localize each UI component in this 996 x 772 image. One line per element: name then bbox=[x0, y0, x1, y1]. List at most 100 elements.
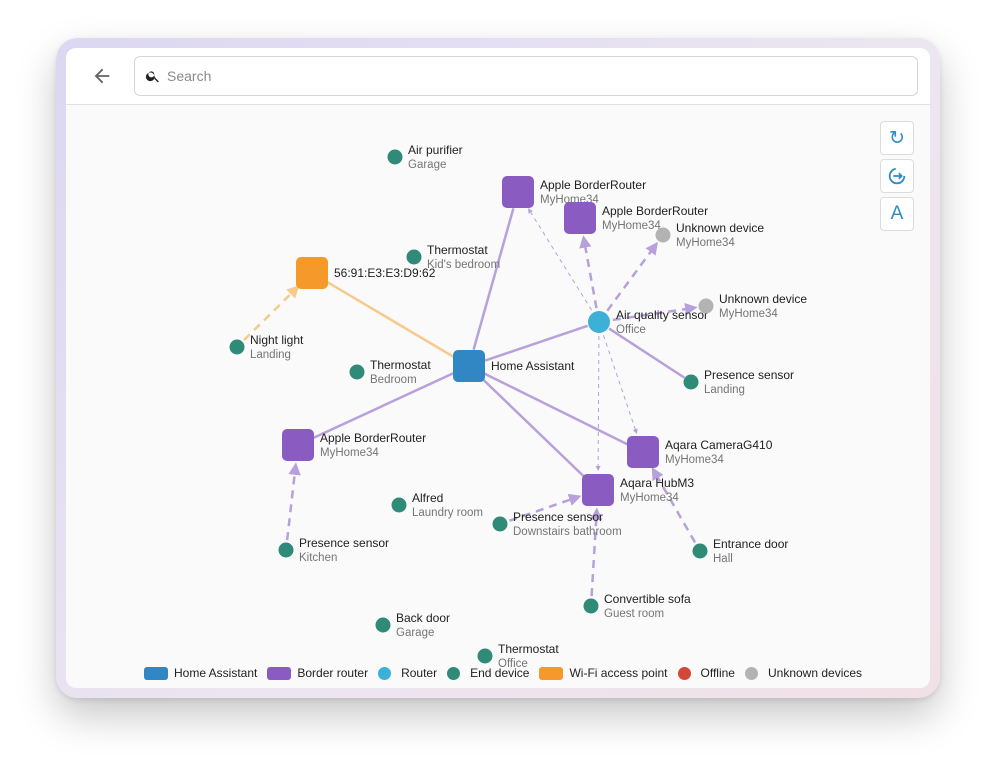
legend-label: Offline bbox=[700, 666, 735, 680]
graph-node-br3[interactable]: Apple BorderRouter MyHome34 bbox=[282, 429, 426, 461]
graph-node-sofa[interactable]: Convertible sofa Guest room bbox=[583, 592, 692, 620]
node-sublabel: MyHome34 bbox=[620, 492, 679, 504]
graph-node-preskit[interactable]: Presence sensor Kitchen bbox=[278, 536, 390, 564]
search-icon bbox=[145, 71, 159, 83]
legend-label: Home Assistant bbox=[174, 666, 258, 680]
graph-edge bbox=[595, 335, 601, 472]
graph-node-presdown[interactable]: Presence sensor Downstairs bathroom bbox=[492, 510, 622, 538]
node-label: Presence sensor bbox=[299, 536, 389, 550]
node-sublabel: Landing bbox=[250, 349, 291, 361]
node-marker[interactable] bbox=[588, 311, 610, 333]
graph-node-unk2[interactable]: Unknown device MyHome34 bbox=[698, 292, 808, 320]
legend-item: Border router bbox=[267, 666, 368, 680]
graph-node-entr[interactable]: Entrance door Hall bbox=[692, 537, 789, 565]
network-visualization-dialog: Home Assistant Apple BorderRouter MyHome34… bbox=[66, 48, 930, 688]
graph-node-backdoor[interactable]: Back door Garage bbox=[375, 611, 451, 639]
legend-swatch bbox=[378, 666, 392, 680]
graph-node-thbed[interactable]: Thermostat Bedroom bbox=[349, 358, 432, 386]
legend-swatch bbox=[447, 666, 461, 680]
node-label: Air quality sensor bbox=[616, 308, 708, 322]
graph-edge bbox=[285, 462, 301, 541]
node-marker[interactable] bbox=[375, 617, 391, 633]
graph-node-night[interactable]: Night light Landing bbox=[229, 333, 305, 361]
graph-node-ha[interactable]: Home Assistant bbox=[453, 350, 575, 382]
node-label: Apple BorderRouter bbox=[320, 431, 426, 445]
network-graph-canvas[interactable]: Home Assistant Apple BorderRouter MyHome34… bbox=[66, 105, 930, 688]
node-marker[interactable] bbox=[492, 516, 508, 532]
graph-node-presland[interactable]: Presence sensor Landing bbox=[683, 368, 795, 396]
node-marker[interactable] bbox=[627, 436, 659, 468]
node-marker[interactable] bbox=[453, 350, 485, 382]
graph-edge bbox=[603, 335, 638, 435]
node-sublabel: Laundry room bbox=[412, 507, 483, 519]
node-sublabel: Landing bbox=[704, 384, 745, 396]
node-label: 56:91:E3:E3:D9:62 bbox=[334, 266, 436, 280]
node-sublabel: Kid's bedroom bbox=[427, 259, 500, 271]
node-label: Convertible sofa bbox=[604, 592, 691, 606]
node-label: Home Assistant bbox=[491, 359, 575, 373]
legend-swatch bbox=[267, 666, 292, 680]
node-marker[interactable] bbox=[564, 202, 596, 234]
node-marker[interactable] bbox=[282, 429, 314, 461]
node-label: Entrance door bbox=[713, 537, 788, 551]
node-marker[interactable] bbox=[698, 298, 714, 314]
node-label: Presence sensor bbox=[704, 368, 794, 382]
legend-item: Router bbox=[378, 666, 437, 680]
node-sublabel: Hall bbox=[713, 553, 733, 565]
node-marker[interactable] bbox=[477, 648, 493, 664]
graph-node-aqcam[interactable]: Aqara CameraG410 MyHome34 bbox=[627, 436, 773, 468]
node-label: Thermostat bbox=[370, 358, 431, 372]
graph-edge bbox=[579, 235, 598, 309]
node-sublabel: Kitchen bbox=[299, 552, 337, 564]
legend-item: Offline bbox=[677, 666, 735, 680]
arrow-left-icon bbox=[94, 68, 110, 84]
legend-swatch bbox=[744, 666, 758, 680]
graph-node-airp[interactable]: Air purifier Garage bbox=[387, 143, 463, 171]
toggle-labels-button[interactable]: A bbox=[880, 197, 914, 231]
graph-edge bbox=[325, 280, 456, 359]
node-marker[interactable] bbox=[582, 474, 614, 506]
graph-node-alfred[interactable]: Alfred Laundry room bbox=[391, 491, 483, 519]
graph-edge bbox=[606, 241, 658, 312]
back-button[interactable] bbox=[88, 62, 116, 90]
graph-node-aqs[interactable]: Air quality sensor Office bbox=[588, 308, 708, 336]
node-marker[interactable] bbox=[683, 374, 699, 390]
node-marker[interactable] bbox=[502, 176, 534, 208]
graph-edge bbox=[483, 372, 629, 446]
node-marker[interactable] bbox=[349, 364, 365, 380]
node-label: Night light bbox=[250, 333, 304, 347]
node-marker[interactable] bbox=[583, 598, 599, 614]
node-label: Apple BorderRouter bbox=[602, 204, 708, 218]
search-input[interactable] bbox=[165, 58, 909, 94]
text-label-icon: A bbox=[890, 203, 904, 224]
legend-label: End device bbox=[470, 666, 530, 680]
network-graph[interactable]: Home Assistant Apple BorderRouter MyHome34… bbox=[66, 105, 930, 688]
rotate-layout-button[interactable] bbox=[880, 159, 914, 193]
node-marker[interactable] bbox=[296, 257, 328, 289]
refresh-button[interactable]: ↻ bbox=[880, 121, 914, 155]
node-label: Aqara HubM3 bbox=[620, 476, 694, 490]
node-sublabel: MyHome34 bbox=[719, 308, 778, 320]
node-marker[interactable] bbox=[229, 339, 245, 355]
node-sublabel: Downstairs bathroom bbox=[513, 526, 622, 538]
legend-label: Unknown devices bbox=[767, 666, 863, 680]
top-bar bbox=[66, 48, 930, 105]
graph-node-unk1[interactable]: Unknown device MyHome34 bbox=[655, 221, 765, 249]
node-sublabel: MyHome34 bbox=[665, 454, 724, 466]
node-marker[interactable] bbox=[387, 149, 403, 165]
node-marker[interactable] bbox=[278, 542, 294, 558]
node-label: Air purifier bbox=[408, 143, 463, 157]
legend-swatch bbox=[677, 666, 691, 680]
graph-edge bbox=[480, 376, 587, 480]
node-marker[interactable] bbox=[391, 497, 407, 513]
graph-edge bbox=[484, 324, 589, 362]
legend-item: Wi-Fi access point bbox=[539, 666, 668, 680]
graph-node-aqhub[interactable]: Aqara HubM3 MyHome34 bbox=[582, 474, 694, 506]
legend-label: Wi-Fi access point bbox=[569, 666, 668, 680]
node-marker[interactable] bbox=[406, 249, 422, 265]
legend-item: Unknown devices bbox=[744, 666, 863, 680]
search-field[interactable] bbox=[134, 56, 918, 96]
node-marker[interactable] bbox=[692, 543, 708, 559]
node-marker[interactable] bbox=[655, 227, 671, 243]
rotate-arrow-icon bbox=[888, 167, 906, 185]
